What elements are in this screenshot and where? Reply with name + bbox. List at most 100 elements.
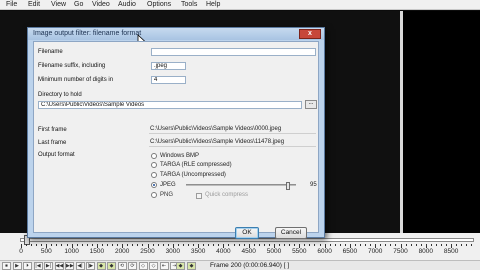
transport-button[interactable]: |▶ [86,262,95,270]
transport-button[interactable]: ◀◀ [54,262,64,270]
transport-button[interactable]: ⇤ [159,262,169,270]
timeline-tick [81,244,83,246]
timeline-tick [203,244,205,246]
timeline-tick [218,244,220,246]
transport-button[interactable]: ◆ [107,262,116,270]
transport-button[interactable]: ⏹ [2,262,11,270]
timeline-tick [86,244,88,246]
timeline-tick [208,244,210,246]
transport-button[interactable]: ▶▶ [65,262,74,270]
timeline-tick [405,244,407,246]
timeline-tick [314,244,316,246]
menu-options[interactable]: Options [147,1,171,8]
timeline-tick [284,244,286,246]
transport-button[interactable]: ⏵ [23,262,32,270]
timeline-tick [132,244,134,246]
menu-file[interactable]: File [6,1,17,8]
timeline-tick [360,244,362,246]
timeline-tick [268,244,270,246]
menu-bar: File Edit View Go Video Audio Options To… [0,0,480,10]
transport-bar: Frame 200 (0:00:06.940) [ ] ⏹ ▶ ⏵ |◀ ▶| ◀◀ ▶▶ ◀… [0,260,480,270]
menu-help[interactable]: Help [206,1,220,8]
last-frame-value: C:\Users\Public\Videos\Sample Videos\114… [149,139,316,147]
dialog-titlebar[interactable]: Image output filter: filename format x [28,28,324,40]
timeline-tick [339,244,341,246]
timeline-tick [182,244,184,246]
timeline-tick-label: 8500 [443,248,459,255]
timeline-tick [456,244,458,246]
timeline-tick [157,244,159,246]
radio-button[interactable] [151,172,157,178]
last-frame-label: Last frame [38,140,67,146]
menu-tools[interactable]: Tools [181,1,197,8]
timeline-tick [420,244,422,246]
timeline-tick [193,244,195,246]
timeline-tick [279,244,281,246]
jpeg-quality-slider[interactable] [186,182,296,190]
timeline-tick [213,244,215,246]
menu-go[interactable]: Go [74,1,83,8]
suffix-field[interactable]: .jpeg [151,62,186,70]
timeline-tick [258,244,260,246]
menu-video[interactable]: Video [92,1,110,8]
digits-field[interactable]: 4 [151,76,186,84]
browse-button[interactable]: ... [305,100,317,109]
cancel-button[interactable]: Cancel [275,227,307,239]
digits-label: Minimum number of digits in [38,77,114,83]
timeline-tick [36,244,38,246]
timeline-tick [152,244,154,246]
timeline-tick [238,244,240,246]
timeline-tick [56,244,58,246]
timeline-tick [395,244,397,246]
timeline-tick [41,244,43,246]
timeline-tick [289,244,291,246]
menu-view[interactable]: View [51,1,66,8]
transport-button[interactable]: ◇ [138,262,148,270]
transport-button[interactable]: ⟳ [128,262,137,270]
transport-button[interactable]: ◀| [75,262,85,270]
timeline-tick [440,244,442,246]
radio-button-selected[interactable] [151,182,157,188]
transport-button[interactable]: ◆ [96,262,106,270]
timeline-tick [461,244,463,246]
timeline-tick [471,244,473,246]
suffix-label: Filename suffix, including [38,63,106,69]
menu-audio[interactable]: Audio [118,1,136,8]
radio-button[interactable] [151,162,157,168]
timeline-tick [101,244,103,246]
timeline-tick [233,244,235,246]
timeline-tick [187,244,189,246]
timeline-tick [319,244,321,246]
jpeg-quality-thumb[interactable] [286,182,291,190]
transport-button[interactable]: ◆ [176,262,185,270]
radio-button[interactable] [151,192,157,198]
format-option-label: TARGA (RLE compressed) [160,162,232,168]
timeline-tick [309,244,311,246]
timeline-tick [365,244,367,246]
transport-button[interactable]: |◀ [33,262,43,270]
frame-indicator: Frame 200 (0:00:06.940) [ ] [210,262,290,269]
timeline-tick-labels: 0 500 1000 1500 2000 2500 3000 3500 4000 4500 5000… [0,248,480,258]
menu-edit[interactable]: Edit [28,1,40,8]
transport-button[interactable]: ⟲ [117,262,127,270]
close-button[interactable]: x [299,29,321,39]
timeline-tick [263,244,265,246]
timeline-tick [334,244,336,246]
timeline-tick [466,244,468,246]
filename-field[interactable] [151,48,316,56]
quick-compress-checkbox[interactable] [196,193,202,199]
radio-button[interactable] [151,153,157,159]
directory-field[interactable]: C:\Users\Public\Videos\Sample Videos [38,101,302,109]
timeline-tick [61,244,63,246]
ok-button[interactable]: OK [235,227,259,239]
timeline-tick [354,244,356,246]
transport-button[interactable]: ◆ [187,262,196,270]
timeline-tick [446,244,448,246]
timeline-tick [435,244,437,246]
dialog-body: Filename Filename suffix, including .jpe… [33,41,319,239]
transport-button[interactable]: ▶| [44,262,53,270]
transport-button[interactable]: ◇ [149,262,158,270]
transport-button[interactable]: ▶ [12,262,22,270]
output-video-pane [403,11,480,233]
timeline-tick [415,244,417,246]
